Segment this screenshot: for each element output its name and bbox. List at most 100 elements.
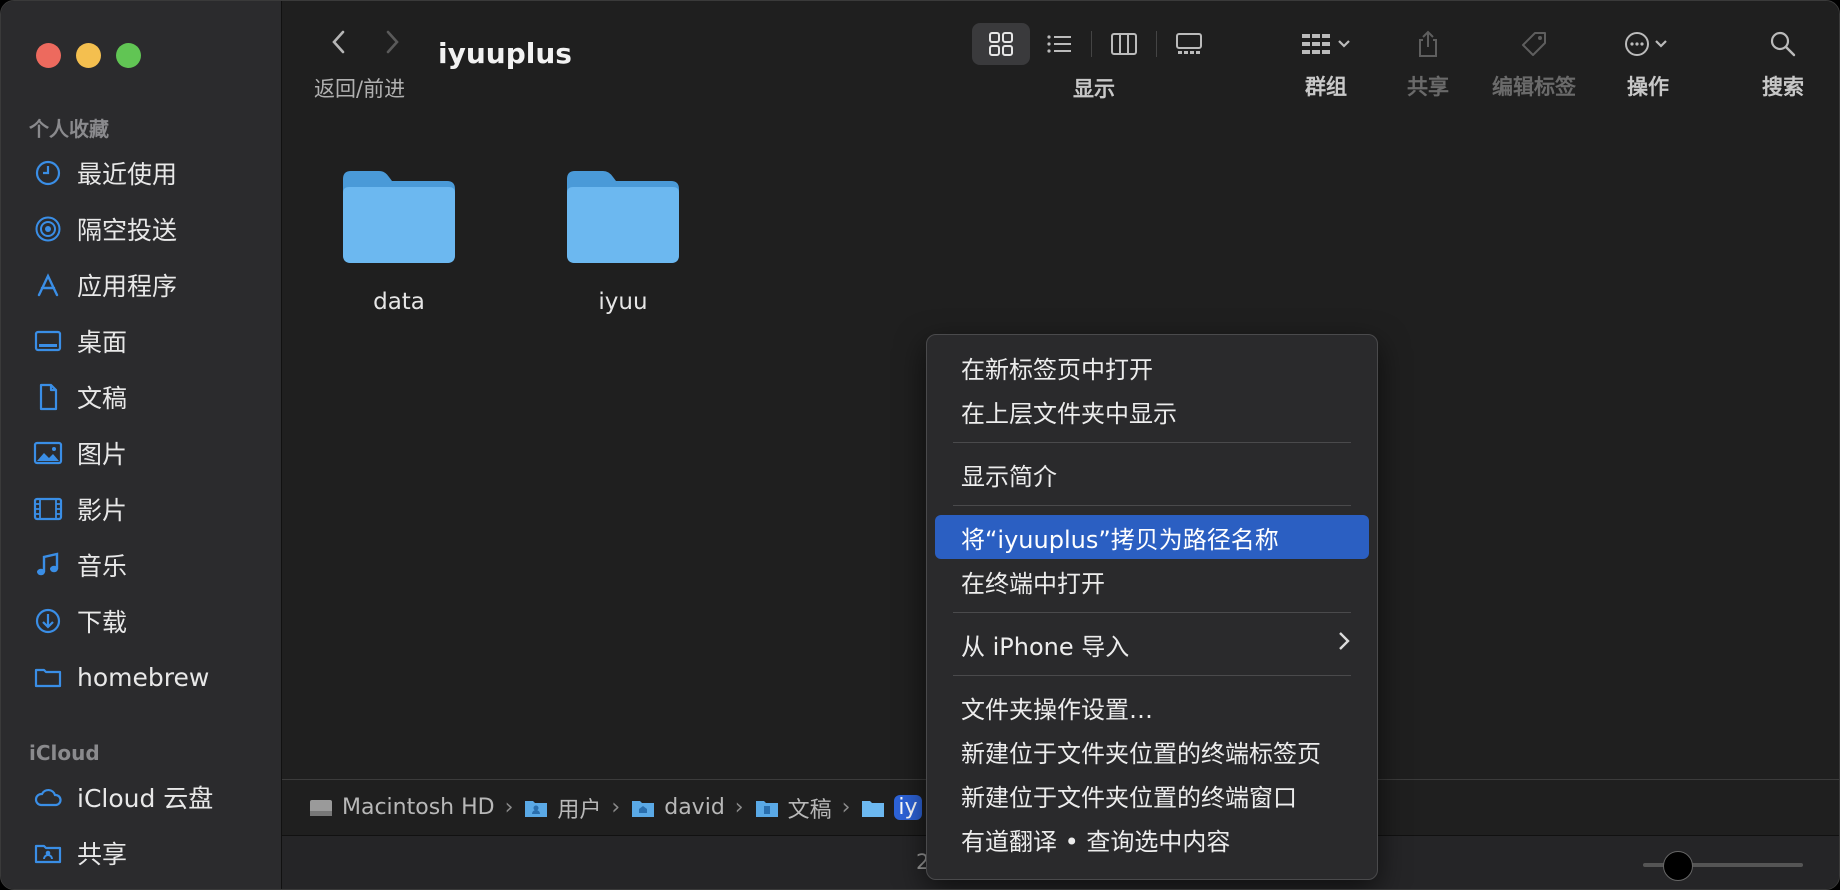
- music-icon: [31, 548, 65, 582]
- menu-separator: [953, 612, 1351, 613]
- folder-item[interactable]: data: [319, 167, 479, 315]
- gallery-view-button[interactable]: [1160, 23, 1218, 65]
- cloud-icon: [31, 780, 65, 814]
- menu-item-new-terminal-tab-at-folder[interactable]: 新建位于文件夹位置的终端标签页: [935, 729, 1369, 773]
- sidebar-item-label: 图片: [77, 440, 128, 469]
- sidebar-item-shared[interactable]: 共享: [31, 833, 271, 873]
- sidebar-item-applications[interactable]: 应用程序: [31, 265, 271, 305]
- sidebar-item-movies[interactable]: 影片: [31, 489, 271, 529]
- sidebar-item-downloads[interactable]: 下载: [31, 601, 271, 641]
- search-label: 搜索: [1762, 75, 1804, 99]
- close-button[interactable]: [36, 43, 61, 68]
- minimize-button[interactable]: [76, 43, 101, 68]
- menu-item-label: 显示简介: [961, 462, 1057, 491]
- sidebar-item-documents[interactable]: 文稿: [31, 377, 271, 417]
- path-item-david[interactable]: david ›: [630, 795, 753, 820]
- sidebar-item-label: 桌面: [77, 328, 128, 357]
- sidebar-item-desktop[interactable]: 桌面: [31, 321, 271, 361]
- folder-icon: [567, 171, 679, 263]
- context-menu: 在新标签页中打开 在上层文件夹中显示 显示简介 将“iyuuplus”拷贝为路径…: [926, 334, 1378, 880]
- favorites-header: 个人收藏: [29, 117, 109, 141]
- share-button[interactable]: 共享: [1407, 23, 1449, 101]
- edit-tags-button[interactable]: 编辑标签: [1492, 23, 1576, 101]
- menu-item-show-in-enclosing-folder[interactable]: 在上层文件夹中显示: [935, 389, 1369, 433]
- column-view-button[interactable]: [1095, 23, 1153, 65]
- sidebar-item-label: 最近使用: [77, 160, 178, 189]
- toolbar: 返回/前进 iyuuplus 显示 群组 共享 编辑标签 操作 搜索: [282, 1, 1839, 119]
- menu-item-open-in-new-tab[interactable]: 在新标签页中打开: [935, 345, 1369, 389]
- path-item-documents[interactable]: 文稿 ›: [754, 792, 861, 824]
- folder-name: data: [373, 289, 425, 315]
- menu-item-label: 在新标签页中打开: [961, 355, 1153, 384]
- menu-item-label: 新建位于文件夹位置的终端窗口: [961, 783, 1297, 812]
- sidebar-item-icloud-drive[interactable]: iCloud 云盘: [31, 777, 271, 817]
- share-label: 共享: [1407, 75, 1449, 99]
- slider-handle[interactable]: [1663, 851, 1693, 881]
- back-forward-label: 返回/前进: [314, 77, 406, 101]
- folder-icon: [525, 800, 548, 817]
- path-item-macintosh-hd[interactable]: Macintosh HD ›: [308, 795, 523, 820]
- window-title: iyuuplus: [438, 37, 572, 70]
- chevron-right-icon: [1337, 629, 1351, 659]
- search-button[interactable]: 搜索: [1762, 23, 1804, 101]
- shared-folder-icon: [31, 836, 65, 870]
- menu-item-open-in-terminal[interactable]: 在终端中打开: [935, 559, 1369, 603]
- path-item-users[interactable]: 用户 ›: [523, 792, 630, 824]
- sidebar-item-homebrew[interactable]: homebrew: [31, 657, 271, 697]
- sidebar-item-label: 影片: [77, 496, 128, 525]
- sidebar-item-pictures[interactable]: 图片: [31, 433, 271, 473]
- tag-icon: [1522, 32, 1546, 56]
- sidebar-item-label: homebrew: [77, 662, 210, 692]
- applications-icon: [31, 268, 65, 302]
- list-icon: [1047, 35, 1071, 53]
- menu-item-folder-actions-setup[interactable]: 文件夹操作设置…: [935, 685, 1369, 729]
- sidebar-item-label: 隔空投送: [77, 216, 178, 245]
- forward-button[interactable]: [380, 27, 404, 65]
- sidebar-item-label: 应用程序: [77, 272, 178, 301]
- divider: [1091, 31, 1092, 57]
- menu-item-youdao-translate[interactable]: 有道翻译 • 查询选中内容: [935, 817, 1369, 861]
- menu-item-label: 在上层文件夹中显示: [961, 399, 1177, 428]
- menu-item-label: 将“iyuuplus”拷贝为路径名称: [961, 525, 1279, 554]
- chevron-right-icon: ›: [611, 795, 621, 820]
- menu-item-label: 新建位于文件夹位置的终端标签页: [961, 739, 1321, 768]
- sidebar-item-label: 音乐: [77, 552, 128, 581]
- group-icon: [1302, 34, 1350, 54]
- back-button[interactable]: [327, 27, 351, 65]
- sidebar-item-airdrop[interactable]: 隔空投送: [31, 209, 271, 249]
- sidebar-item-music[interactable]: 音乐: [31, 545, 271, 585]
- download-icon: [31, 604, 65, 638]
- menu-item-new-terminal-at-folder[interactable]: 新建位于文件夹位置的终端窗口: [935, 773, 1369, 817]
- gallery-icon: [1176, 33, 1202, 54]
- home-folder-icon: [632, 800, 655, 817]
- hard-drive-icon: [310, 799, 332, 816]
- action-button[interactable]: 操作: [1622, 23, 1674, 101]
- sidebar-item-recents[interactable]: 最近使用: [31, 153, 271, 193]
- folder-icon: [755, 800, 778, 817]
- menu-item-import-from-iphone[interactable]: 从 iPhone 导入: [935, 622, 1369, 666]
- menu-item-copy-as-pathname[interactable]: 将“iyuuplus”拷贝为路径名称: [935, 515, 1369, 559]
- folder-item[interactable]: iyuu: [543, 167, 703, 315]
- share-icon: [1419, 30, 1437, 57]
- menu-item-get-info[interactable]: 显示简介: [935, 452, 1369, 496]
- folder-icon: [862, 800, 885, 817]
- view-label: 显示: [1073, 77, 1115, 101]
- path-item-label: iy: [894, 795, 922, 820]
- path-item-label: 文稿: [787, 797, 832, 823]
- menu-item-label: 在终端中打开: [961, 569, 1105, 598]
- chevron-left-icon: [332, 30, 345, 54]
- folder-icon: [31, 660, 65, 694]
- sidebar: 个人收藏 最近使用 隔空投送 应用程序 桌面 文稿 图片 影片 音乐 下载 ho…: [1, 1, 282, 889]
- zoom-button[interactable]: [116, 43, 141, 68]
- group-button[interactable]: 群组: [1300, 23, 1352, 101]
- icon-view-button[interactable]: [972, 23, 1030, 65]
- menu-separator: [953, 505, 1351, 506]
- photo-icon: [31, 436, 65, 470]
- desktop-icon: [31, 324, 65, 358]
- sidebar-item-label: 文稿: [77, 384, 128, 413]
- path-item-label: Macintosh HD: [342, 795, 495, 820]
- folder-icon: [343, 171, 455, 263]
- list-view-button[interactable]: [1030, 23, 1088, 65]
- path-item-current[interactable]: iy: [860, 795, 922, 820]
- search-icon: [1770, 31, 1796, 57]
